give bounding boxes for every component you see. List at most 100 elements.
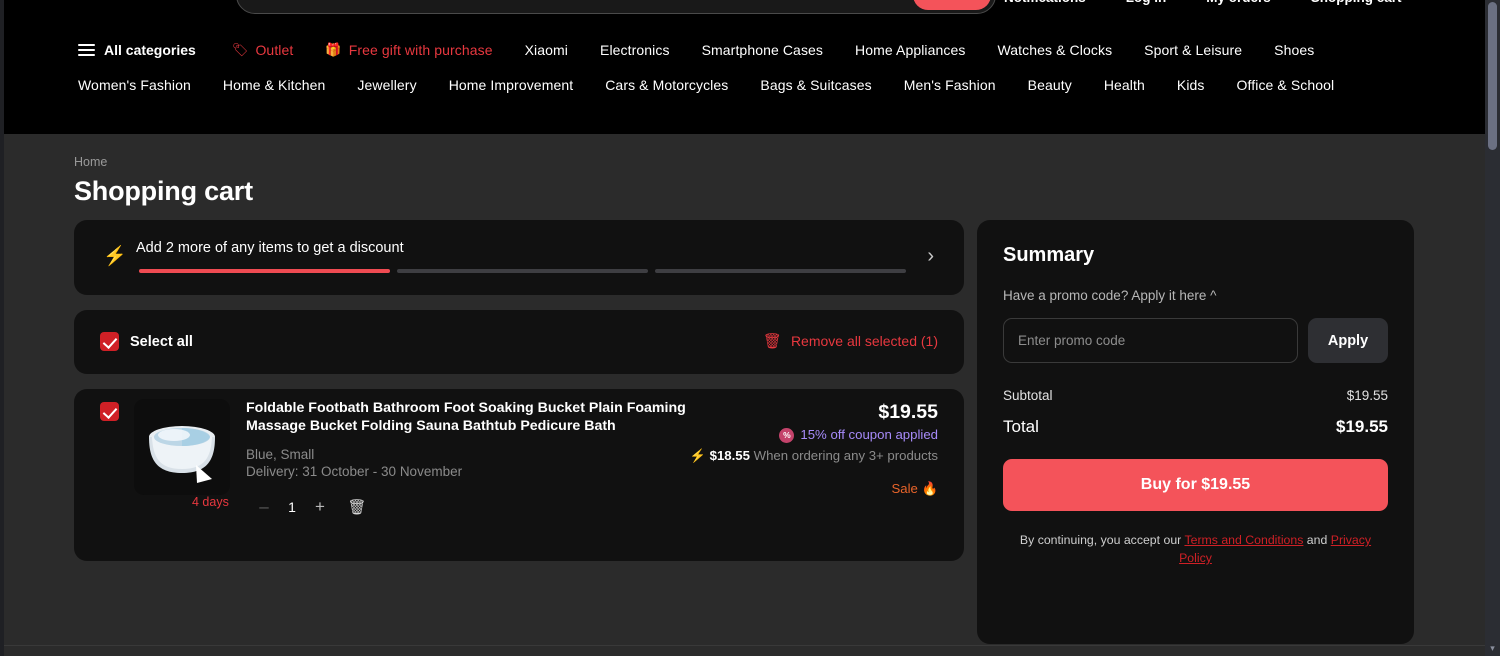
- terms-mid: and: [1303, 533, 1330, 547]
- category-home-appliances[interactable]: Home Appliances: [855, 42, 965, 58]
- top-nav-shopping-cart[interactable]: Shopping cart: [1311, 0, 1402, 5]
- bulk-discount-line: ⚡ $18.55 When ordering any 3+ products: [608, 447, 938, 465]
- browser-viewport: Notifications Log in My orders Shopping …: [0, 0, 1500, 656]
- top-nav: Notifications Log in My orders Shopping …: [1004, 0, 1402, 5]
- category-watches-clocks[interactable]: Watches & Clocks: [998, 42, 1113, 58]
- fire-icon: 🔥: [922, 481, 938, 496]
- footbath-product-illustration: [134, 399, 230, 495]
- window-left-edge: [0, 0, 4, 656]
- cart-item-delivery: Delivery: 31 October - 30 November: [246, 464, 462, 479]
- promo-code-toggle[interactable]: Have a promo code? Apply it here ^: [1003, 288, 1388, 303]
- category-outlet-label: Outlet: [255, 42, 293, 58]
- terms-notice: By continuing, you accept our Terms and …: [1003, 531, 1388, 567]
- category-nav-row-2: Women's Fashion Home & Kitchen Jewellery…: [78, 77, 1478, 93]
- subtotal-label: Subtotal: [1003, 388, 1053, 403]
- delete-item-icon[interactable]: 🗑: [341, 493, 373, 521]
- cart-item-thumbnail[interactable]: 4 days: [134, 399, 230, 495]
- category-electronics[interactable]: Electronics: [600, 42, 670, 58]
- progress-segment-1: [139, 269, 390, 273]
- cart-item: 4 days Foldable Footbath Bathroom Foot S…: [74, 389, 964, 561]
- category-xiaomi[interactable]: Xiaomi: [525, 42, 568, 58]
- cart-item-variant: Blue, Small: [246, 447, 314, 462]
- cart-left-column: ⚡ Add 2 more of any items to get a disco…: [74, 220, 964, 561]
- page-scrollbar[interactable]: ▾: [1485, 0, 1500, 656]
- discount-progress-bar: [139, 269, 906, 273]
- category-sport-leisure[interactable]: Sport & Leisure: [1144, 42, 1242, 58]
- select-all-label: Select all: [130, 334, 193, 350]
- quantity-stepper: – 1 + 🗑: [249, 493, 373, 521]
- category-bags-suitcases[interactable]: Bags & Suitcases: [760, 77, 871, 93]
- quantity-value: 1: [279, 499, 305, 515]
- select-all-group[interactable]: Select all: [100, 332, 193, 351]
- category-outlet[interactable]: 🏷 Outlet: [232, 42, 294, 58]
- coupon-applied-line: % 15% off coupon applied: [608, 425, 938, 445]
- summary-title: Summary: [1003, 244, 1388, 267]
- promo-code-row: Apply: [1003, 318, 1388, 363]
- cart-item-price-block: $19.55 % 15% off coupon applied ⚡ $18.55…: [608, 399, 938, 497]
- total-label: Total: [1003, 417, 1039, 437]
- remove-all-selected-button[interactable]: 🗑 Remove all selected (1): [763, 332, 938, 350]
- scrollbar-down-arrow[interactable]: ▾: [1487, 643, 1498, 654]
- breadcrumb[interactable]: Home: [74, 155, 107, 169]
- sale-badge: Sale 🔥: [608, 481, 938, 497]
- category-office-school[interactable]: Office & School: [1237, 77, 1335, 93]
- quantity-increase-button[interactable]: +: [305, 493, 335, 521]
- section-divider: [4, 645, 1485, 646]
- lightning-bolt-icon: ⚡: [103, 247, 127, 266]
- top-nav-my-orders[interactable]: My orders: [1206, 0, 1271, 5]
- search-bar[interactable]: [236, 0, 996, 14]
- category-jewellery[interactable]: Jewellery: [357, 77, 416, 93]
- category-free-gift[interactable]: 🎁 Free gift with purchase: [325, 42, 492, 58]
- category-smartphone-cases[interactable]: Smartphone Cases: [702, 42, 823, 58]
- order-summary-panel: Summary Have a promo code? Apply it here…: [977, 220, 1414, 644]
- category-beauty[interactable]: Beauty: [1028, 77, 1072, 93]
- category-nav-row-1: All categories 🏷 Outlet 🎁 Free gift with…: [78, 41, 1478, 59]
- category-shoes[interactable]: Shoes: [1274, 42, 1314, 58]
- site-header: Notifications Log in My orders Shopping …: [4, 0, 1485, 134]
- remove-all-selected-label: Remove all selected (1): [791, 333, 938, 349]
- page-body: Home Shopping cart ⚡ Add 2 more of any i…: [4, 134, 1485, 656]
- subtotal-value: $19.55: [1347, 388, 1388, 403]
- top-nav-login[interactable]: Log in: [1126, 0, 1167, 5]
- promo-code-input[interactable]: [1003, 318, 1298, 363]
- quantity-decrease-button[interactable]: –: [249, 493, 279, 521]
- trash-icon: 🗑: [763, 332, 782, 350]
- product-image: [134, 399, 230, 495]
- all-categories-button[interactable]: All categories: [78, 41, 196, 59]
- sale-label: Sale: [892, 481, 918, 496]
- category-mens-fashion[interactable]: Men's Fashion: [904, 77, 996, 93]
- bulk-bolt-icon: ⚡: [690, 448, 706, 463]
- scrollbar-thumb[interactable]: [1488, 2, 1497, 150]
- category-womens-fashion[interactable]: Women's Fashion: [78, 77, 191, 93]
- terms-prefix: By continuing, you accept our: [1020, 533, 1185, 547]
- category-free-gift-label: Free gift with purchase: [349, 42, 493, 58]
- hamburger-icon: [78, 41, 95, 59]
- subtotal-row: Subtotal $19.55: [1003, 388, 1388, 403]
- chevron-right-icon[interactable]: ›: [927, 246, 934, 266]
- terms-and-conditions-link[interactable]: Terms and Conditions: [1184, 533, 1303, 547]
- progress-segment-2: [397, 269, 648, 273]
- cart-item-price: $19.55: [608, 399, 938, 425]
- category-home-improvement[interactable]: Home Improvement: [449, 77, 574, 93]
- gift-icon: 🎁: [325, 42, 341, 58]
- bulk-discount-text: When ordering any 3+ products: [754, 448, 938, 463]
- top-nav-notifications[interactable]: Notifications: [1004, 0, 1086, 5]
- select-all-checkbox[interactable]: [100, 332, 119, 351]
- category-health[interactable]: Health: [1104, 77, 1145, 93]
- bulk-discount-price: $18.55: [710, 448, 750, 463]
- progress-segment-3: [655, 269, 906, 273]
- cart-item-checkbox[interactable]: [100, 402, 119, 421]
- delivery-days-badge: 4 days: [192, 495, 229, 509]
- total-row: Total $19.55: [1003, 417, 1388, 437]
- coupon-applied-text: 15% off coupon applied: [800, 425, 938, 445]
- category-cars-motorcycles[interactable]: Cars & Motorcycles: [605, 77, 728, 93]
- category-home-kitchen[interactable]: Home & Kitchen: [223, 77, 326, 93]
- search-button[interactable]: [913, 0, 991, 10]
- discount-progress-banner[interactable]: ⚡ Add 2 more of any items to get a disco…: [74, 220, 964, 295]
- category-kids[interactable]: Kids: [1177, 77, 1205, 93]
- buy-button[interactable]: Buy for $19.55: [1003, 459, 1388, 511]
- select-all-row: Select all 🗑 Remove all selected (1): [74, 310, 964, 374]
- all-categories-label: All categories: [104, 42, 196, 58]
- apply-promo-button[interactable]: Apply: [1308, 318, 1388, 363]
- page-title: Shopping cart: [74, 176, 253, 207]
